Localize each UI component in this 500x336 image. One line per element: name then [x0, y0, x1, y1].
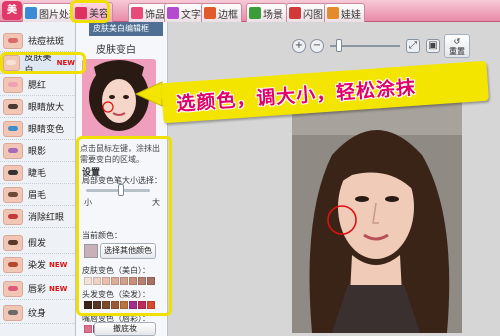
sidebar-item-label: 腮红 — [28, 81, 47, 91]
tab-label: 文字 — [181, 9, 201, 21]
sidebar-item[interactable]: 纹身 — [0, 302, 75, 324]
tattoo-icon — [3, 304, 23, 321]
hair-dye-icon — [3, 256, 23, 273]
remove-makeup-button[interactable]: 撤底妆 — [94, 322, 156, 336]
sidebar-item-label: 睫毛 — [28, 169, 47, 179]
lip-gloss-icon — [3, 280, 23, 297]
tab-label: 闪图 — [303, 9, 323, 21]
actual-size-icon[interactable]: ▣ — [426, 39, 440, 53]
eye-enlarge-icon — [3, 98, 23, 115]
reset-icon: ↺ — [453, 37, 461, 46]
doll-icon — [327, 7, 339, 19]
eyelash-icon — [3, 164, 23, 181]
tab-7[interactable]: 娃娃 — [324, 3, 365, 22]
panel-title: 皮肤变白 — [96, 45, 136, 56]
blush-icon — [3, 76, 23, 93]
sidebar-item-label: 眼睛变色 — [28, 125, 65, 135]
reset-label: 重置 — [449, 47, 465, 56]
sidebar-item-label: 眼影 — [28, 147, 47, 157]
sidebar-highlight-box — [0, 52, 86, 74]
image-edit-icon — [25, 7, 37, 19]
zoom-out-icon[interactable]: − — [310, 39, 324, 53]
tab-highlight-box — [70, 0, 110, 23]
sidebar-item-label: 眼睛放大 — [28, 103, 65, 113]
zoom-in-icon[interactable]: + — [292, 39, 306, 53]
sidebar-item[interactable]: 假发 — [0, 232, 75, 254]
sidebar-item[interactable]: 唇彩 NEW — [0, 278, 75, 300]
tab-3[interactable]: 文字 — [164, 3, 205, 22]
tab-label: 娃娃 — [341, 9, 361, 21]
frame-icon — [204, 7, 216, 19]
tab-2[interactable]: 饰品 — [128, 3, 169, 22]
sidebar-item[interactable]: 染发 NEW — [0, 254, 75, 276]
wig-icon — [3, 234, 23, 251]
sidebar-item[interactable]: 眼睛变色 — [0, 118, 75, 140]
fit-screen-icon[interactable]: ⤢ — [406, 39, 420, 53]
tab-5[interactable]: 场景 — [246, 3, 287, 22]
sidebar-item[interactable]: 眼影 — [0, 140, 75, 162]
heart-icon — [131, 7, 143, 19]
sidebar-item[interactable]: 消除红眼 — [0, 206, 75, 228]
tab-label: 饰品 — [145, 9, 165, 21]
sidebar-item[interactable]: 睫毛 — [0, 162, 75, 184]
sidebar-item-label: 唇彩 — [28, 285, 47, 295]
new-badge: NEW — [49, 260, 68, 269]
acne-removal-icon — [3, 32, 23, 49]
sidebar-item[interactable]: 眉毛 — [0, 184, 75, 206]
sidebar-item-label: 染发 — [28, 261, 47, 271]
edit-photo[interactable] — [292, 95, 462, 333]
scene-icon — [249, 7, 261, 19]
tab-label: 边框 — [218, 9, 238, 21]
eye-color-icon — [3, 120, 23, 137]
text-icon — [167, 7, 179, 19]
tab-label: 场景 — [263, 9, 283, 21]
sidebar-item-label: 假发 — [28, 239, 47, 249]
flash-icon — [289, 7, 301, 19]
panel-tab-label[interactable]: 皮肤美白编辑框 — [89, 22, 163, 36]
eyebrow-icon — [3, 186, 23, 203]
red-eye-icon — [3, 208, 23, 225]
eyeshadow-icon — [3, 142, 23, 159]
sidebar-item[interactable]: 腮红 — [0, 74, 75, 96]
color-swatch[interactable] — [84, 325, 92, 333]
sidebar-item-label: 纹身 — [28, 309, 47, 319]
canvas-toolbar: + − ⤢ ▣ ↺ 重置 — [278, 34, 478, 58]
sidebar-item-label: 祛痘祛斑 — [28, 37, 65, 47]
options-highlight-box — [76, 136, 172, 316]
tab-4[interactable]: 边框 — [201, 3, 242, 22]
app-logo: 美 — [2, 1, 22, 20]
reset-button[interactable]: ↺ 重置 — [444, 34, 470, 58]
new-badge: NEW — [49, 284, 68, 293]
zoom-slider[interactable] — [336, 39, 343, 52]
sidebar-item-label: 消除红眼 — [28, 213, 65, 223]
tab-6[interactable]: 闪图 — [286, 3, 327, 22]
sidebar-item[interactable]: 眼睛放大 — [0, 96, 75, 118]
sidebar-item-label: 眉毛 — [28, 191, 47, 201]
